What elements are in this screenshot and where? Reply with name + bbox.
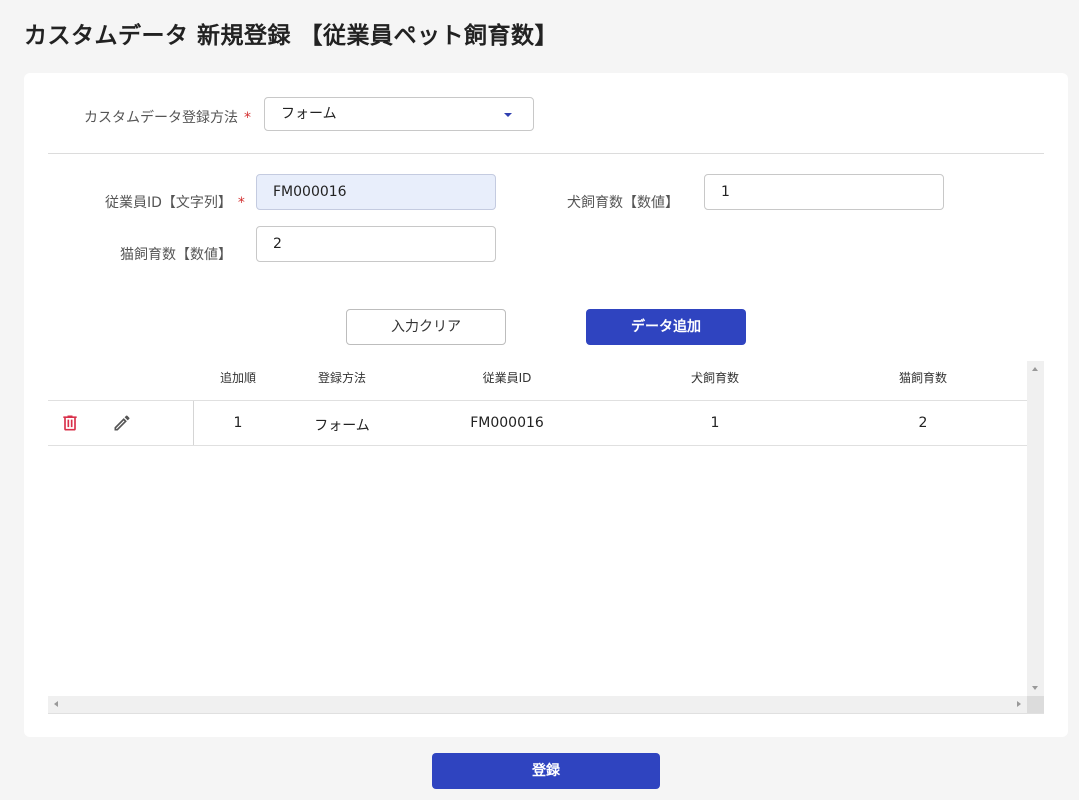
data-grid: 追加順 登録方法 従業員ID 犬飼育数 猫飼育数 1 フォーム FM000016…	[48, 361, 1044, 714]
cat-count-input[interactable]: 2	[256, 226, 496, 262]
cat-count-label: 猫飼育数【数値】	[120, 247, 232, 263]
table-cell: フォーム	[314, 418, 370, 434]
row-divider	[48, 445, 1027, 446]
table-cell: 1	[233, 415, 243, 431]
required-mark: *	[237, 195, 245, 211]
employee-id-label-row: 従業員ID【文字列】 *	[105, 192, 245, 212]
column-header[interactable]: 登録方法	[318, 369, 366, 386]
clear-input-button[interactable]: 入力クリア	[346, 309, 506, 345]
method-label: カスタムデータ登録方法	[84, 110, 238, 126]
employee-id-input[interactable]: FM000016	[256, 174, 496, 210]
scroll-left-icon[interactable]	[54, 701, 58, 707]
column-header[interactable]: 犬飼育数	[691, 369, 739, 386]
dog-count-label: 犬飼育数【数値】	[567, 195, 679, 211]
scrollbar-corner	[1027, 696, 1044, 713]
method-label-row: カスタムデータ登録方法 *	[84, 107, 251, 127]
method-select-value: フォーム	[281, 106, 337, 122]
required-mark: *	[244, 110, 251, 126]
column-separator	[193, 401, 194, 445]
scroll-down-icon[interactable]	[1032, 686, 1038, 690]
horizontal-scrollbar[interactable]	[48, 696, 1027, 713]
table-cell: 1	[710, 415, 720, 431]
section-divider	[48, 153, 1044, 154]
table-cell: 2	[918, 415, 928, 431]
header-divider	[48, 400, 1027, 401]
chevron-down-icon	[504, 113, 512, 117]
register-button[interactable]: 登録	[432, 753, 660, 789]
scroll-right-icon[interactable]	[1017, 701, 1021, 707]
page-title: カスタムデータ 新規登録 【従業員ペット飼育数】	[24, 23, 559, 49]
trash-icon[interactable]	[60, 413, 80, 433]
column-header[interactable]: 従業員ID	[483, 369, 532, 386]
scroll-up-icon[interactable]	[1032, 367, 1038, 371]
vertical-scrollbar[interactable]	[1027, 361, 1044, 696]
table-cell: FM000016	[470, 415, 544, 431]
method-select[interactable]: フォーム	[264, 97, 534, 131]
form-card: カスタムデータ登録方法 * フォーム 従業員ID【文字列】 * FM000016 犬…	[24, 73, 1068, 737]
add-data-button[interactable]: データ追加	[586, 309, 746, 345]
column-header[interactable]: 猫飼育数	[899, 369, 947, 386]
pencil-icon[interactable]	[112, 413, 132, 433]
dog-count-input[interactable]: 1	[704, 174, 944, 210]
column-header[interactable]: 追加順	[220, 369, 256, 386]
employee-id-label: 従業員ID【文字列】	[105, 195, 232, 211]
